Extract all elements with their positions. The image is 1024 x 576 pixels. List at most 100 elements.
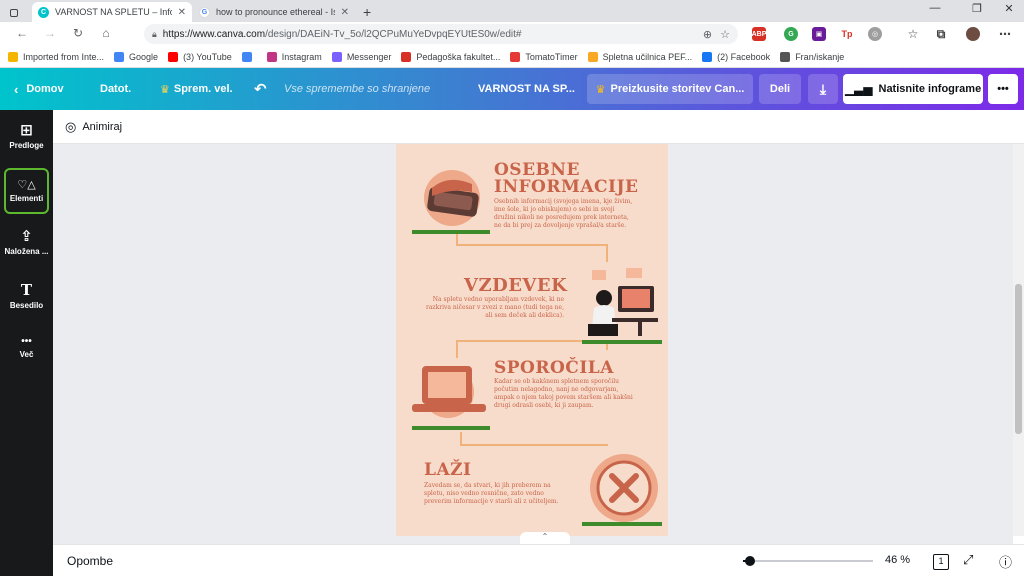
browser-menu-icon[interactable]: ⋯ <box>998 27 1012 41</box>
maximize-icon[interactable]: ❐ <box>962 2 992 15</box>
fullscreen-icon[interactable]: ⤢ <box>963 552 973 568</box>
home-icon[interactable]: ⌂ <box>98 26 114 40</box>
zoom-slider-handle[interactable] <box>744 556 755 566</box>
extension-purple-icon[interactable]: ▣ <box>812 27 826 41</box>
share-button[interactable]: Deli <box>759 74 801 104</box>
text-icon: T <box>20 280 33 299</box>
print-infographic-button[interactable]: ▁▃▅ Natisnite infograme <box>843 74 983 104</box>
sidebar-item-elements[interactable]: ♡△ Elementi <box>4 168 49 214</box>
resize-label: Sprem. vel. <box>173 83 233 95</box>
adblock-extension-icon[interactable]: ABP <box>752 27 766 41</box>
extension-tp-icon[interactable]: Tp <box>840 27 854 41</box>
resize-button[interactable]: ♛ Sprem. vel. <box>160 68 233 110</box>
bookmark-icon <box>331 51 342 62</box>
extension-gray-icon[interactable]: ◎ <box>868 27 882 41</box>
section-body: Osebnih informacij (svojega imena, kje ž… <box>494 198 633 229</box>
document-title[interactable]: VARNOST NA SP... <box>478 68 575 110</box>
new-tab-button[interactable]: + <box>357 2 373 22</box>
vertical-scrollbar[interactable] <box>1013 144 1024 536</box>
minimize-icon[interactable]: — <box>920 2 950 14</box>
bookmark-item[interactable]: (3) YouTube <box>168 51 232 62</box>
elements-icon: ♡△ <box>17 178 36 191</box>
bookmark-item[interactable]: Fran/iskanje <box>780 51 844 62</box>
bookmark-icon <box>8 51 18 62</box>
try-pro-button[interactable]: ♛ Preizkusite storitev Can... <box>587 74 753 104</box>
templates-icon: ⊞ <box>20 121 33 139</box>
infographic-page[interactable]: OSEBNE INFORMACIJE Osebnih informacij (s… <box>396 144 668 536</box>
forward-icon[interactable]: → <box>42 26 58 40</box>
browser-tab-google[interactable]: G how to pronounce ethereal - Isk ✕ <box>193 2 355 22</box>
sidebar-item-text[interactable]: T Besedilo <box>0 270 53 322</box>
canva-top-bar: ‹ Domov Datot. ♛ Sprem. vel. ↶ Vse sprem… <box>0 68 1024 110</box>
favorites-bar-icon[interactable]: ☆ <box>906 27 920 41</box>
bookmark-item[interactable]: (2) Facebook <box>702 51 770 62</box>
bookmark-icon <box>114 51 125 62</box>
bookmark-item[interactable]: TomatoTimer <box>510 51 578 62</box>
bookmarks-bar: Imported from Inte... Google (3) YouTube In… <box>0 46 1024 68</box>
connector-line <box>456 234 458 244</box>
animate-button[interactable]: ◎ Animiraj <box>65 119 122 135</box>
zoom-magnifier-icon[interactable]: ⊕ <box>703 28 712 41</box>
person-computer-icon <box>588 268 658 336</box>
page-count-button[interactable]: 1 <box>933 552 949 570</box>
close-tab-icon[interactable]: ✕ <box>341 7 349 18</box>
favorite-star-icon[interactable]: ☆ <box>720 28 730 41</box>
connector-line <box>456 244 608 246</box>
notes-button[interactable]: Opombe <box>67 554 113 568</box>
bookmark-label: Pedagoška fakultet... <box>416 51 501 62</box>
crown-icon: ♛ <box>595 83 606 96</box>
bookmark-label: TomatoTimer <box>525 51 578 62</box>
help-icon[interactable]: ⓘ <box>999 552 1012 571</box>
file-menu-button[interactable]: Datot. <box>100 68 131 110</box>
sidebar-item-label: Predloge <box>9 140 44 150</box>
profile-avatar[interactable] <box>966 27 980 41</box>
sidebar-item-more[interactable]: ••• Več <box>0 322 53 374</box>
address-input[interactable]: 🔒︎ https://www.canva.com/design/DAEiN-Tv… <box>144 24 738 44</box>
connector-line <box>456 340 458 358</box>
section-body: Na spletu vedno uporabljam vzdevek, ki n… <box>425 296 564 319</box>
save-status: Vse spremembe so shranjene <box>284 83 431 95</box>
animate-icon: ◎ <box>65 118 77 134</box>
google-favicon-icon: G <box>199 6 210 18</box>
try-pro-label: Preizkusite storitev Can... <box>610 83 745 95</box>
download-icon[interactable]: ⤓ <box>808 74 838 104</box>
cross-mark-icon <box>590 454 658 522</box>
grammarly-extension-icon[interactable]: G <box>784 27 798 41</box>
sidebar-item-label: Elementi <box>9 193 44 203</box>
bookmark-item[interactable] <box>241 51 257 62</box>
sidebar-item-templates[interactable]: ⊞ Predloge <box>0 110 53 162</box>
tab-actions-icon[interactable] <box>4 3 24 23</box>
bookmark-item[interactable]: Pedagoška fakultet... <box>401 51 501 62</box>
bookmark-item[interactable]: Google <box>114 51 159 62</box>
bookmark-item[interactable]: Instagram <box>266 51 322 62</box>
home-button[interactable]: ‹ Domov <box>14 68 64 110</box>
collections-icon[interactable]: ⧉ <box>934 27 948 41</box>
connector-line <box>606 244 608 262</box>
chevron-left-icon: ‹ <box>14 81 19 97</box>
scrollbar-thumb[interactable] <box>1015 284 1022 434</box>
reload-icon[interactable]: ↻ <box>70 26 86 40</box>
connector-line <box>460 432 462 444</box>
bookmark-label: Google <box>129 51 159 62</box>
bookmark-item[interactable]: Spletna učilnica PEF... <box>587 51 693 62</box>
chevron-up-icon[interactable]: ⌃ <box>520 532 570 544</box>
back-icon[interactable]: ← <box>14 26 30 40</box>
sidebar-item-uploads[interactable]: ⇪ Naložena ... <box>0 216 53 268</box>
bookmark-item[interactable]: Imported from Inte... <box>8 51 104 62</box>
more-options-button[interactable]: ••• <box>988 74 1018 104</box>
undo-icon[interactable]: ↶ <box>254 68 267 110</box>
zoom-slider[interactable] <box>743 556 873 566</box>
sidebar-item-label: Naložena ... <box>4 246 49 256</box>
browser-tab-canva[interactable]: C VARNOST NA SPLETU – Infograp ✕ <box>32 2 192 22</box>
tab-title: VARNOST NA SPLETU – Infograp <box>55 7 172 17</box>
laptop-icon <box>412 366 486 418</box>
zoom-level[interactable]: 46 % <box>885 554 910 566</box>
close-tab-icon[interactable]: ✕ <box>178 7 186 18</box>
bookmark-icon <box>510 51 521 62</box>
bookmark-label: Spletna učilnica PEF... <box>602 51 693 62</box>
bookmark-item[interactable]: Messenger <box>331 51 391 62</box>
section-title: SPOROČILA <box>494 358 614 378</box>
more-icon: ••• <box>21 336 32 347</box>
bookmark-icon <box>780 51 791 62</box>
close-window-icon[interactable]: ✕ <box>994 2 1024 15</box>
